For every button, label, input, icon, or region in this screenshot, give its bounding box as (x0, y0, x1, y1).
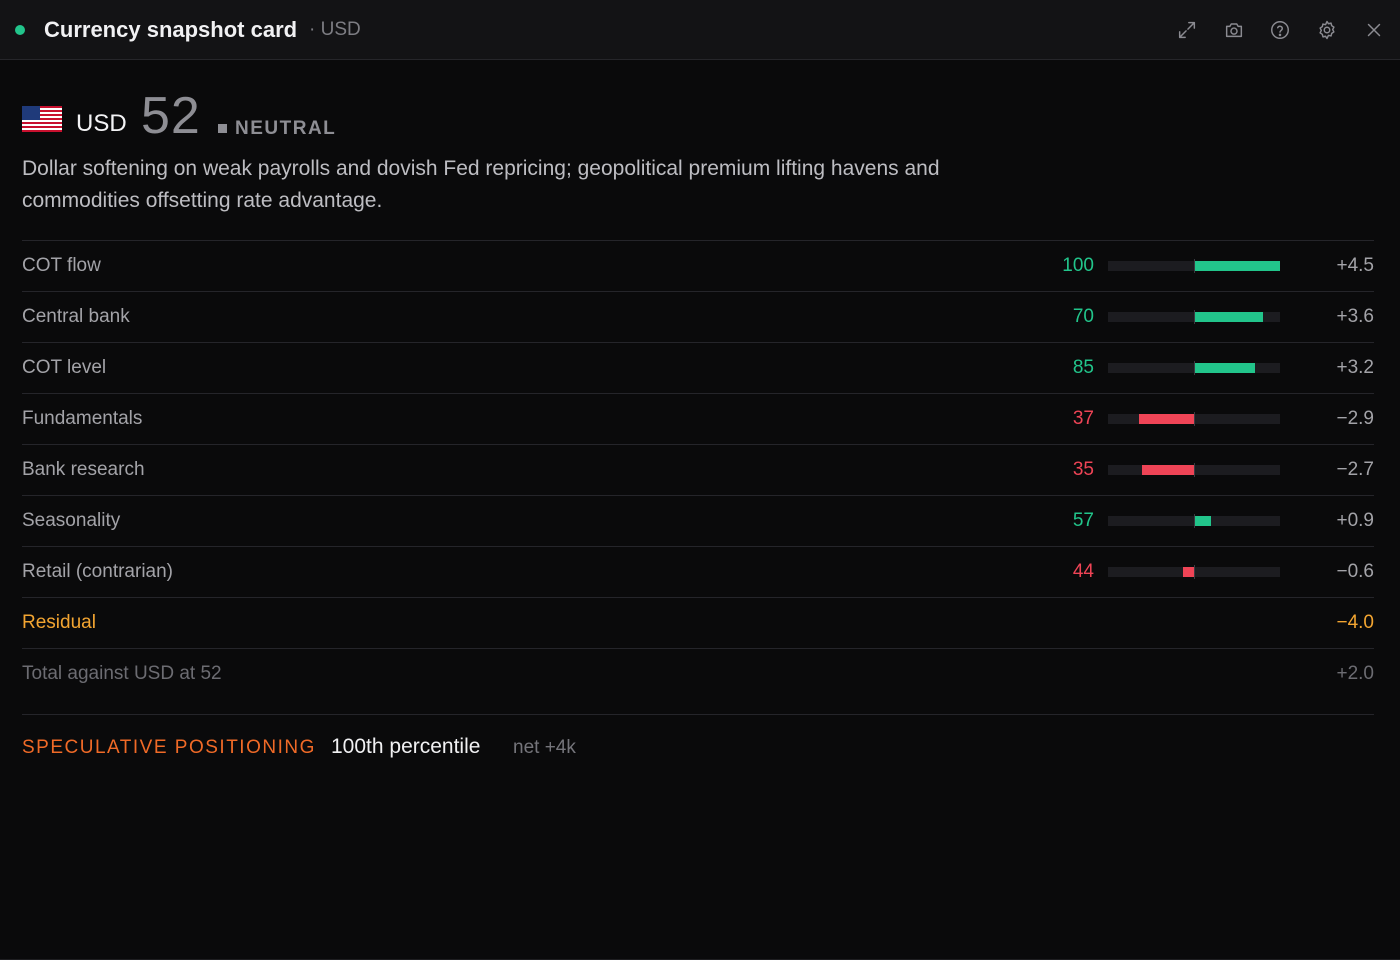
factor-contribution: +3.6 (1336, 306, 1374, 327)
factor-row: Central bank 70 +3.6 (22, 291, 1374, 342)
factor-row: Retail (contrarian) 44 −0.6 (22, 546, 1374, 597)
factor-label: COT flow (22, 255, 101, 276)
factor-score: 35 (1072, 459, 1094, 480)
window-subtitle: · USD (309, 19, 361, 40)
factor-score: 37 (1072, 408, 1094, 429)
status-dot (15, 25, 25, 35)
factor-contribution: +3.2 (1336, 357, 1374, 378)
factor-label: Central bank (22, 306, 130, 327)
summary-text: Dollar softening on weak payrolls and do… (22, 157, 940, 212)
factor-row: Fundamentals 37 −2.9 (22, 393, 1374, 444)
contribution-bar (1138, 414, 1194, 424)
factor-label: Seasonality (22, 510, 121, 531)
total-label: Total against USD at 52 (22, 663, 222, 684)
stance-label: NEUTRAL (235, 118, 337, 139)
factor-label: Fundamentals (22, 408, 143, 429)
factor-contribution: −2.9 (1336, 408, 1374, 429)
window-title: Currency snapshot card (44, 17, 298, 42)
composite-score: 52 (141, 87, 201, 145)
factor-score: 85 (1072, 357, 1094, 378)
close-icon[interactable] (1360, 16, 1388, 44)
factor-row: Seasonality 57 +0.9 (22, 495, 1374, 546)
expand-icon[interactable] (1173, 16, 1201, 44)
residual-contribution: −4.0 (1336, 612, 1374, 633)
currency-code: USD (76, 110, 127, 137)
factor-contribution: +0.9 (1336, 510, 1374, 531)
factor-score: 44 (1072, 561, 1094, 582)
us-flag-icon (22, 106, 62, 132)
bar-zero-line (1194, 514, 1195, 528)
section-divider (22, 714, 1374, 715)
positioning-label: SPECULATIVE POSITIONING (22, 737, 316, 758)
contribution-bar (1194, 363, 1256, 373)
contribution-bar (1194, 516, 1212, 526)
contribution-bar (1194, 261, 1280, 271)
factor-table: COT flow 100 +4.5 Central bank 70 +3.6 COT lev… (22, 240, 1374, 699)
bar-zero-line (1194, 463, 1195, 477)
factor-contribution: −0.6 (1336, 561, 1374, 582)
bar-zero-line (1194, 259, 1195, 273)
factor-row: COT flow 100 +4.5 (22, 240, 1374, 291)
contribution-bar (1194, 312, 1263, 322)
camera-icon[interactable] (1220, 16, 1248, 44)
contribution-bar (1182, 567, 1194, 577)
factor-label: Bank research (22, 459, 145, 480)
factor-label: COT level (22, 357, 107, 378)
total-contribution: +2.0 (1336, 663, 1374, 684)
residual-label: Residual (22, 612, 96, 633)
factor-row: Bank research 35 −2.7 (22, 444, 1374, 495)
positioning-net: net +4k (513, 737, 576, 758)
bar-zero-line (1194, 412, 1195, 426)
bar-zero-line (1194, 361, 1195, 375)
factor-contribution: +4.5 (1336, 255, 1374, 276)
contribution-bar (1142, 465, 1194, 475)
bar-zero-line (1194, 310, 1195, 324)
gear-icon[interactable] (1313, 16, 1341, 44)
factor-score: 70 (1072, 306, 1094, 327)
help-icon[interactable] (1266, 16, 1294, 44)
total-row: Total against USD at 52 +2.0 (22, 648, 1374, 699)
factor-contribution: −2.7 (1336, 459, 1374, 480)
residual-row: Residual −4.0 (22, 597, 1374, 648)
bar-zero-line (1194, 565, 1195, 579)
stance-marker (218, 124, 227, 133)
factor-score: 100 (1062, 255, 1094, 276)
title-bar: Currency snapshot card · USD (0, 0, 1400, 60)
factor-label: Retail (contrarian) (22, 561, 173, 582)
factor-score: 57 (1072, 510, 1094, 531)
currency-snapshot-window: Currency snapshot card · USD USD 52 NEUT… (0, 0, 1400, 960)
factor-row: COT level 85 +3.2 (22, 342, 1374, 393)
positioning-percentile: 100th percentile (331, 735, 481, 758)
